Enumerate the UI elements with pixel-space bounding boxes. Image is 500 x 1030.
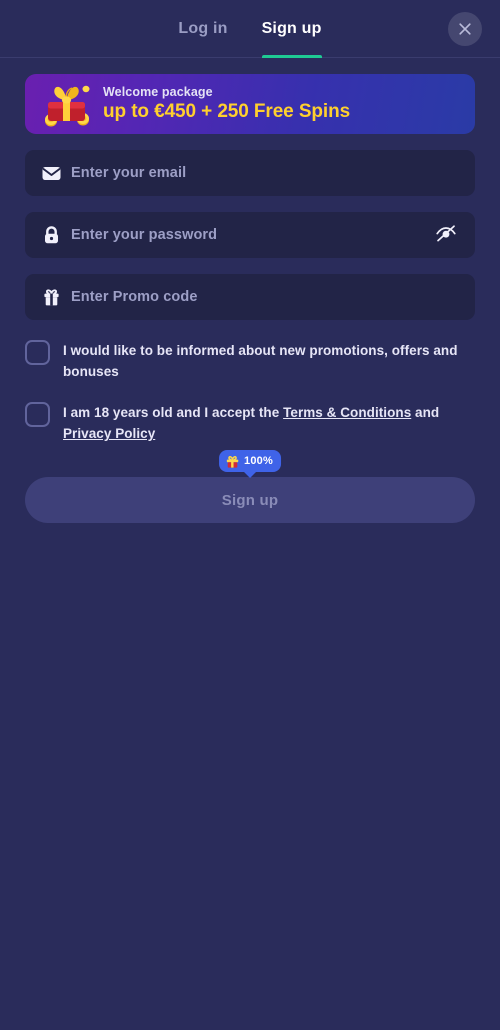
email-field[interactable]: [25, 150, 475, 196]
promo-text: Welcome package up to €450 + 250 Free Sp…: [103, 84, 350, 124]
welcome-package-banner[interactable]: Welcome package up to €450 + 250 Free Sp…: [25, 74, 475, 134]
age-terms-text: I am 18 years old and I accept the: [63, 405, 284, 420]
eye-off-icon: [434, 221, 458, 250]
promotions-consent-row[interactable]: I would like to be informed about new pr…: [25, 339, 475, 382]
tab-log-in-label: Log in: [178, 19, 228, 37]
tab-sign-up[interactable]: Sign up: [261, 0, 322, 58]
password-input[interactable]: [71, 212, 431, 258]
lock-icon: [39, 223, 63, 247]
promotions-checkbox[interactable]: [25, 340, 50, 365]
promotions-consent-label: I would like to be informed about new pr…: [63, 343, 458, 379]
gift-icon: [39, 285, 63, 309]
age-terms-consent-row[interactable]: I am 18 years old and I accept the Terms…: [25, 401, 475, 444]
sign-up-button[interactable]: Sign up: [25, 477, 475, 523]
submit-area: 100% Sign up: [25, 450, 475, 523]
promo-offer: up to €450 + 250 Free Spins: [103, 101, 351, 122]
tab-log-in[interactable]: Log in: [178, 0, 227, 58]
close-button[interactable]: [448, 12, 482, 46]
gift-box-coins-illustration: [39, 80, 95, 128]
envelope-icon: [39, 161, 63, 185]
password-field[interactable]: [25, 212, 475, 258]
age-terms-text-between: and: [411, 405, 440, 420]
tab-sign-up-label: Sign up: [261, 19, 322, 37]
privacy-policy-link[interactable]: Privacy Policy: [63, 426, 155, 441]
promo-title: Welcome package: [103, 85, 213, 99]
email-input[interactable]: [71, 150, 461, 196]
close-icon: [457, 21, 473, 37]
terms-conditions-link[interactable]: Terms & Conditions: [283, 405, 411, 420]
modal-header: Log in Sign up: [0, 0, 500, 58]
auth-tabs: Log in Sign up: [178, 0, 322, 58]
gift-icon: [225, 454, 240, 469]
promo-code-field[interactable]: [25, 274, 475, 320]
password-visibility-toggle[interactable]: [431, 220, 461, 250]
bonus-percentage-label: 100%: [244, 455, 273, 467]
signup-form-container: Welcome package up to €450 + 250 Free Sp…: [0, 58, 500, 523]
bonus-percentage-badge[interactable]: 100%: [219, 450, 281, 472]
age-terms-consent-label: I am 18 years old and I accept the Terms…: [63, 401, 475, 444]
promo-code-input[interactable]: [71, 274, 461, 320]
age-terms-checkbox[interactable]: [25, 402, 50, 427]
